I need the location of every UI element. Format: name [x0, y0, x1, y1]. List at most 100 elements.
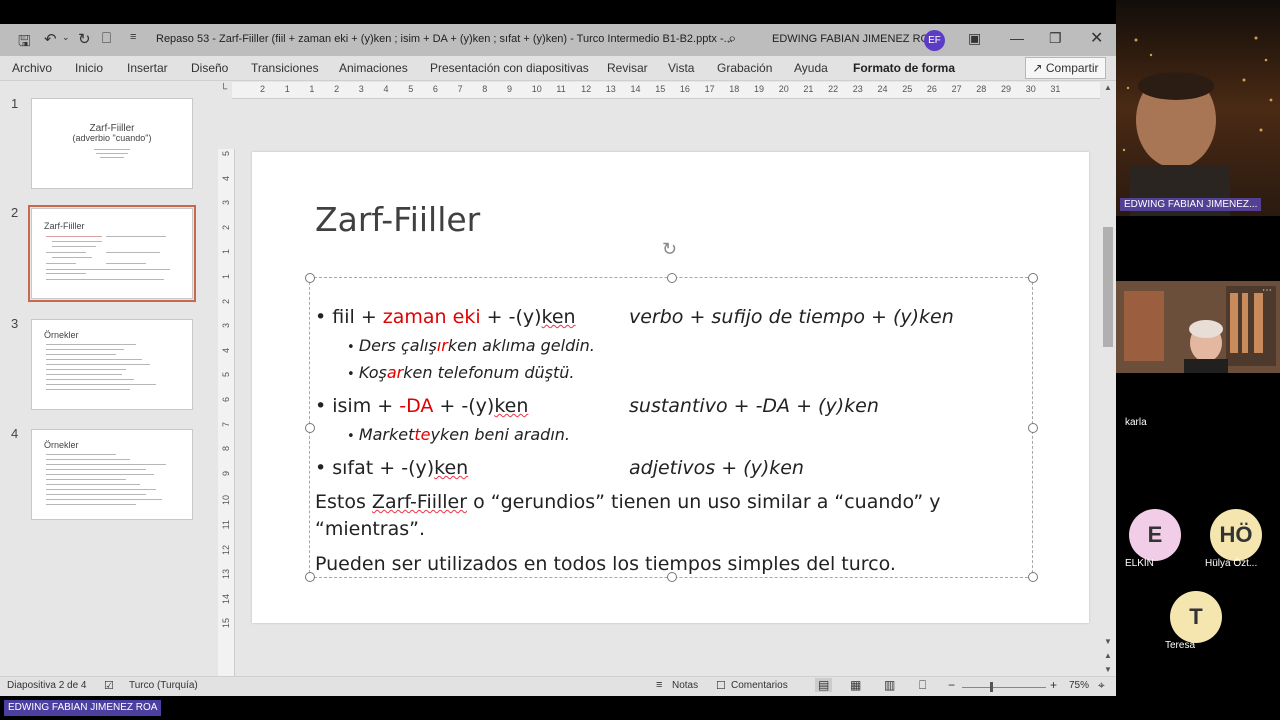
- maximize-icon[interactable]: ❐: [1049, 30, 1062, 47]
- options-icon[interactable]: ⋯: [1262, 285, 1272, 296]
- search-icon[interactable]: ⌕: [728, 30, 736, 47]
- resize-handle[interactable]: [305, 572, 315, 582]
- save-icon[interactable]: 🖫: [18, 31, 31, 56]
- bullet-text: + -(y): [433, 395, 495, 417]
- next-slide-icon[interactable]: ▼: [1104, 665, 1112, 674]
- fit-to-window-icon[interactable]: ⌖: [1098, 678, 1105, 693]
- notes-icon[interactable]: ≡: [656, 679, 662, 691]
- tab-formato-de-forma[interactable]: Formato de forma: [853, 61, 955, 75]
- tab-insertar[interactable]: Insertar: [127, 61, 168, 75]
- ruler-tick-label: 4: [383, 84, 389, 94]
- thumbnail-line: [46, 459, 130, 460]
- customize-toolbar-icon[interactable]: ≡: [130, 31, 136, 43]
- thumbnail-line: [46, 359, 142, 360]
- slide-thumbnail-4[interactable]: Örnekler: [31, 429, 193, 520]
- comments-icon[interactable]: ☐: [716, 679, 726, 692]
- tab-vista[interactable]: Vista: [668, 61, 694, 75]
- resize-handle[interactable]: [1028, 423, 1038, 433]
- avatar[interactable]: T: [1170, 591, 1222, 643]
- bullet-icon: •: [347, 367, 359, 382]
- thumbnail-line: [106, 263, 146, 264]
- tab-stop-icon[interactable]: └: [220, 84, 227, 95]
- slide-thumbnails-pane: 1 Zarf-Fiiller (adverbio "cuando") 2 Zar…: [0, 81, 214, 678]
- ruler-tick-label: 4: [221, 347, 231, 353]
- redo-icon[interactable]: ↻: [78, 30, 91, 48]
- rotate-handle-icon[interactable]: ↻: [662, 239, 677, 260]
- notes-button[interactable]: Notas: [672, 680, 698, 691]
- bullet-text: + -(y): [480, 306, 542, 328]
- slide-number: 2: [11, 205, 19, 220]
- comments-button[interactable]: Comentarios: [731, 680, 788, 691]
- normal-view-icon[interactable]: ▤: [815, 678, 833, 692]
- present-icon[interactable]: ⎕: [102, 30, 111, 47]
- avatar[interactable]: HÖ: [1210, 509, 1262, 561]
- share-button[interactable]: ↗ Compartir: [1025, 57, 1106, 79]
- ruler-tick-label: 20: [778, 84, 789, 94]
- tab-diseno[interactable]: Diseño: [191, 61, 228, 75]
- close-icon[interactable]: ✕: [1090, 28, 1103, 48]
- tab-transiciones[interactable]: Transiciones: [251, 61, 319, 75]
- tab-presentacion[interactable]: Presentación con diapositivas: [430, 61, 589, 75]
- thumbnail-line: [46, 484, 140, 485]
- paragraph-1-cont: “mientras”.: [315, 518, 426, 540]
- thumbnail-line: [46, 469, 146, 470]
- resize-handle[interactable]: [1028, 273, 1038, 283]
- tab-inicio[interactable]: Inicio: [75, 61, 103, 75]
- slide-title[interactable]: Zarf-Fiiller: [315, 200, 480, 239]
- vertical-scrollbar[interactable]: ▲ ▼ ▲ ▼: [1101, 81, 1116, 680]
- ribbon-display-icon[interactable]: ▣: [968, 30, 981, 47]
- vertical-ruler[interactable]: 5 4 3 2 1 1 2 3 4 5 6 7 8 9 10 11 12 13 14 15: [218, 149, 235, 679]
- thumbnail-line: [52, 241, 102, 242]
- reading-view-icon[interactable]: ▥: [884, 678, 895, 692]
- ruler-tick-label: 17: [704, 84, 715, 94]
- zoom-out-icon[interactable]: −: [948, 678, 955, 692]
- slide-thumbnail-3[interactable]: Örnekler: [31, 319, 193, 410]
- scroll-up-icon[interactable]: ▲: [1104, 83, 1112, 92]
- highlight-text: te: [414, 425, 431, 444]
- accessibility-icon[interactable]: ☑: [104, 679, 114, 692]
- resize-handle[interactable]: [305, 423, 315, 433]
- rule-verbo: verbo + sufijo de tiempo + (y)ken: [629, 306, 954, 328]
- tab-revisar[interactable]: Revisar: [607, 61, 648, 75]
- ruler-tick-label: 1: [221, 249, 231, 255]
- slideshow-icon[interactable]: ⎕: [919, 678, 926, 693]
- host-video-tile[interactable]: EDWING FABIAN JIMENEZ...: [1116, 0, 1280, 216]
- participant-video-tile[interactable]: ⋯: [1116, 281, 1280, 373]
- participant-name: karla: [1125, 417, 1147, 428]
- avatar[interactable]: EF: [924, 30, 945, 51]
- tab-animaciones[interactable]: Animaciones: [339, 61, 408, 75]
- minimize-icon[interactable]: —: [1010, 30, 1024, 46]
- undo-icon[interactable]: ↶: [44, 30, 57, 48]
- slide-canvas[interactable]: Zarf-Fiiller ↻ • fiil + zaman eki + -(y)…: [252, 152, 1089, 623]
- thumbnail-line: [46, 273, 86, 274]
- undo-dropdown-icon[interactable]: ⌄: [62, 32, 70, 43]
- ruler-tick-label: 6: [221, 397, 231, 403]
- zoom-level[interactable]: 75%: [1069, 680, 1089, 691]
- slide-sorter-icon[interactable]: ▦: [850, 678, 861, 692]
- previous-slide-icon[interactable]: ▲: [1104, 651, 1112, 660]
- tab-archivo[interactable]: Archivo: [12, 61, 52, 75]
- ruler-tick-label: 23: [852, 84, 863, 94]
- thumbnail-line: [46, 374, 122, 375]
- scrollbar-thumb[interactable]: [1103, 227, 1113, 347]
- thumbnail-line: [46, 489, 156, 490]
- ruler-tick-label: 1: [221, 274, 231, 280]
- resize-handle[interactable]: [667, 273, 677, 283]
- scroll-down-icon[interactable]: ▼: [1104, 637, 1112, 646]
- resize-handle[interactable]: [305, 273, 315, 283]
- language-indicator[interactable]: Turco (Turquía): [129, 680, 198, 691]
- avatar[interactable]: E: [1129, 509, 1181, 561]
- ruler-tick-label: 2: [260, 84, 266, 94]
- tab-grabacion[interactable]: Grabación: [717, 61, 772, 75]
- ruler-tick-label: 2: [221, 224, 231, 230]
- slide-thumbnail-1[interactable]: Zarf-Fiiller (adverbio "cuando"): [31, 98, 193, 189]
- resize-handle[interactable]: [1028, 572, 1038, 582]
- zoom-slider[interactable]: [962, 682, 1046, 692]
- thumbnail-line: [46, 252, 86, 253]
- tab-ayuda[interactable]: Ayuda: [794, 61, 828, 75]
- bullet-isim: • isim + -DA + -(y)ken: [315, 395, 528, 417]
- slide-thumbnail-2[interactable]: Zarf-Fiiller: [28, 205, 196, 302]
- zoom-in-icon[interactable]: +: [1050, 678, 1057, 692]
- horizontal-ruler[interactable]: 2 1 1 2 3 4 5 6 7 8 9 10 11 12 13 14 15 16 17 18 19 20 21 22 23 2…: [232, 82, 1100, 99]
- zoom-slider-thumb[interactable]: [990, 682, 993, 692]
